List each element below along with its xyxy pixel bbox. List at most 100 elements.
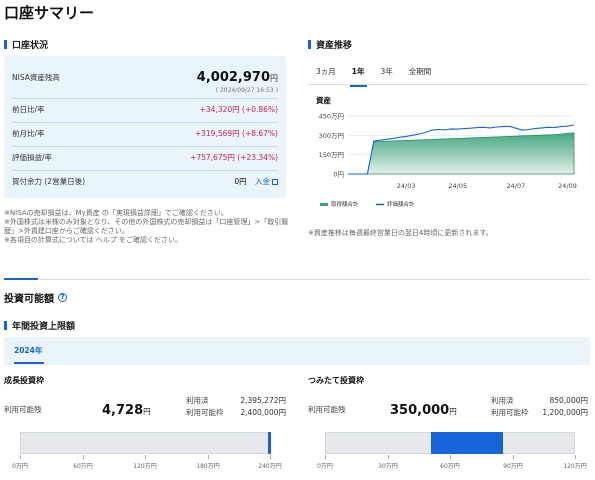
daily-change-value: +34,320円 (+0.86%): [199, 105, 278, 114]
buying-power-label: 買付余力 (2営業日後): [12, 177, 86, 186]
axis-tick: [208, 455, 209, 459]
axis-tick-label: 120万円: [133, 463, 157, 470]
unrealized-pl-value: +757,675円 (+23.34%): [190, 153, 278, 162]
asset-trend-title: 資産推移: [316, 41, 353, 51]
tsumitate-available-label: 利用可能残: [308, 405, 346, 414]
section-divider: [4, 279, 590, 280]
daily-change-row: 前日比/率 +34,320円 (+0.86%): [12, 98, 278, 120]
annual-limit-heading: 年間投資上限額: [4, 319, 75, 332]
axis-tick-label: 0万円: [317, 463, 333, 470]
axis-tick-label: 180万円: [196, 463, 220, 470]
growth-used-value: 2,395,272円: [240, 396, 286, 405]
axis-tick: [575, 455, 576, 459]
tsumitate-frame-heading: つみたて投資枠: [308, 376, 364, 385]
page-title: 口座サマリー: [4, 4, 95, 22]
tab-1y[interactable]: 1年: [344, 62, 373, 87]
axis-tick-label: 30万円: [378, 463, 398, 470]
axis-tick: [145, 455, 146, 459]
growth-used-label: 利用済: [186, 396, 209, 405]
tsumitate-limit-value: 1,200,000円: [542, 408, 588, 417]
divider-accent: [4, 278, 38, 280]
nisa-balance-unit: 円: [270, 74, 278, 83]
axis-tick: [83, 455, 84, 459]
account-status-heading: 口座状況: [4, 38, 48, 51]
y-tick-label: 150万円: [319, 151, 344, 159]
y-axis-label: 資産: [316, 95, 331, 105]
axis-tick: [325, 455, 326, 459]
note-nisa: ※NISAの売却損益は、My資産 の「実現損益詳細」でご確認ください。: [4, 209, 228, 217]
x-tick-label: 24/05: [448, 182, 467, 190]
legend-label-value: 評価額合計: [387, 200, 415, 208]
monthly-change-label: 前月比/率: [12, 129, 45, 138]
growth-usage-fill: [268, 432, 271, 454]
growth-frame-heading: 成長投資枠: [4, 376, 44, 385]
axis-tick: [388, 455, 389, 459]
monthly-change-row: 前月比/率 +319,569円 (+8.67%): [12, 122, 278, 144]
axis-tick-label: 0万円: [12, 463, 28, 470]
deposit-link-label: 入金: [255, 177, 270, 186]
tsumitate-axis: 0万円 30万円 60万円 90万円 120万円: [317, 455, 587, 473]
year-tab-bar: [4, 337, 590, 365]
tsumitate-usage-fill: [431, 432, 503, 454]
trend-note: ※資産推移は毎週最終営業日の翌日4時頃に更新されます。: [308, 229, 493, 237]
axis-tick: [450, 455, 451, 459]
x-tick-label: 24/09: [558, 182, 577, 190]
axis-tick: [513, 455, 514, 459]
note-help: ※各項目の計算式については ヘルプ をご確認ください。: [4, 236, 182, 244]
growth-usage-bar: [20, 432, 271, 454]
account-status-title: 口座状況: [12, 41, 49, 51]
y-tick-label: 0円: [333, 171, 344, 179]
y-tick-label: 300万円: [319, 132, 344, 140]
axis-tick-label: 240万円: [258, 463, 282, 470]
tab-all[interactable]: 全期間: [401, 62, 440, 81]
x-tick-label: 24/03: [397, 182, 416, 190]
asset-trend-chart: 資産 450万円 300万円 150万円 0円 24/03 24/05 24/07 24/09 取…: [316, 95, 577, 208]
nisa-balance-value: 4,002,970: [196, 70, 270, 85]
axis-tick-label: 90万円: [503, 463, 523, 470]
year-tab-underline: [14, 362, 44, 364]
annual-limit-title: 年間投資上限額: [12, 322, 76, 332]
help-icon[interactable]: ?: [58, 293, 67, 302]
tab-3m[interactable]: 3ヵ月: [308, 62, 344, 81]
growth-available-label: 利用可能残: [4, 405, 42, 414]
growth-limit-value: 2,400,000円: [240, 408, 286, 417]
investable-title: 投資可能額: [4, 294, 54, 305]
daily-change-label: 前日比/率: [12, 105, 45, 114]
account-notes: ※NISAの売却損益は、My資産 の「実現損益詳細」でご確認ください。 ※外国株…: [4, 209, 290, 245]
period-tabs: 3ヵ月 1年 3年 全期間: [308, 62, 440, 87]
tab-2024[interactable]: 2024年: [14, 345, 42, 356]
tsumitate-available-unit: 円: [449, 407, 457, 416]
tsumitate-available: 350,000円: [390, 399, 457, 418]
tsumitate-used-label: 利用済: [491, 396, 514, 405]
unrealized-pl-label: 評価損益/率: [12, 153, 53, 162]
legend-label-cost: 取得額合計: [331, 200, 359, 208]
nisa-balance-row: NISA資産残高 4,002,970円: [12, 70, 278, 85]
unrealized-pl-row: 評価損益/率 +757,675円 (+23.34%): [12, 146, 278, 168]
tsumitate-used-value: 850,000円: [549, 396, 588, 405]
buying-power-value: 0円: [234, 177, 247, 186]
heading-accent: [4, 321, 7, 330]
note-foreign: ※外国株式は米株のみ対象となり、その他の外国株式の売却損益は「口座管理」>「取引…: [4, 218, 289, 235]
heading-accent: [308, 40, 311, 49]
tsumitate-usage-bar: [325, 432, 575, 454]
buying-power-row: 買付余力 (2営業日後) 0円 入金: [12, 170, 278, 192]
tab-3y[interactable]: 3年: [373, 62, 401, 81]
external-link-icon: [272, 179, 278, 185]
monthly-change-value: +319,569円 (+8.67%): [194, 129, 278, 138]
balance-timestamp: ( 2024/09/27 16:53 ): [215, 87, 278, 94]
tsumitate-available-value: 350,000: [390, 403, 450, 418]
tsumitate-limit-label: 利用可能枠: [491, 408, 529, 417]
investable-heading: 投資可能額 ?: [4, 290, 67, 305]
axis-tick-label: 60万円: [73, 463, 93, 470]
growth-available-value: 4,728: [102, 403, 144, 418]
axis-tick: [20, 455, 21, 459]
growth-limit-label: 利用可能枠: [186, 408, 224, 417]
nisa-balance-label: NISA資産残高: [12, 73, 60, 82]
growth-available: 4,728円: [102, 399, 151, 418]
x-tick-label: 24/07: [507, 182, 526, 190]
axis-tick: [270, 455, 271, 459]
heading-accent: [4, 40, 7, 49]
asset-trend-heading: 資産推移: [308, 38, 352, 51]
axis-tick-label: 120万円: [563, 463, 587, 470]
deposit-link[interactable]: 入金: [255, 177, 278, 186]
